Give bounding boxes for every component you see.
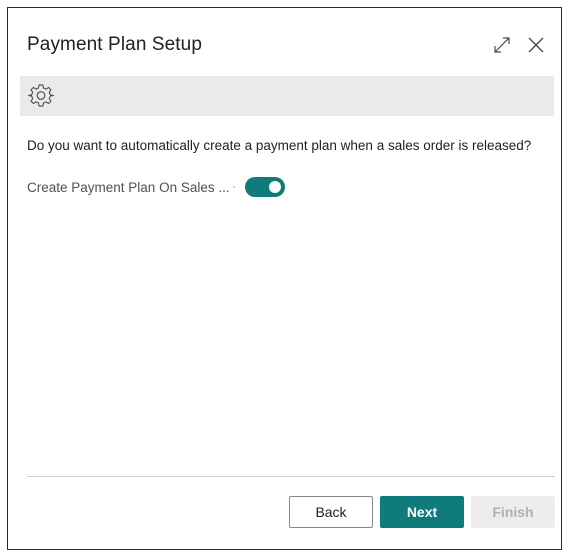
expand-icon[interactable] bbox=[491, 34, 513, 56]
toggle-knob bbox=[269, 181, 281, 193]
title-actions bbox=[491, 34, 547, 56]
close-icon[interactable] bbox=[525, 34, 547, 56]
create-payment-plan-label: Create Payment Plan On Sales ... bbox=[27, 179, 230, 195]
finish-button[interactable]: Finish bbox=[471, 496, 555, 528]
create-payment-plan-toggle[interactable] bbox=[245, 177, 285, 197]
field-separator bbox=[233, 186, 235, 188]
payment-plan-setup-dialog: Payment Plan Setup Do you want to automa… bbox=[7, 7, 562, 550]
create-payment-plan-field: Create Payment Plan On Sales ... bbox=[27, 177, 285, 197]
gear-icon[interactable] bbox=[27, 82, 55, 110]
actions-bar bbox=[20, 76, 554, 116]
next-button[interactable]: Next bbox=[380, 496, 464, 528]
dialog-title: Payment Plan Setup bbox=[27, 34, 203, 55]
back-button[interactable]: Back bbox=[289, 496, 373, 528]
footer-divider bbox=[27, 476, 555, 477]
setup-question: Do you want to automatically create a pa… bbox=[27, 138, 532, 153]
